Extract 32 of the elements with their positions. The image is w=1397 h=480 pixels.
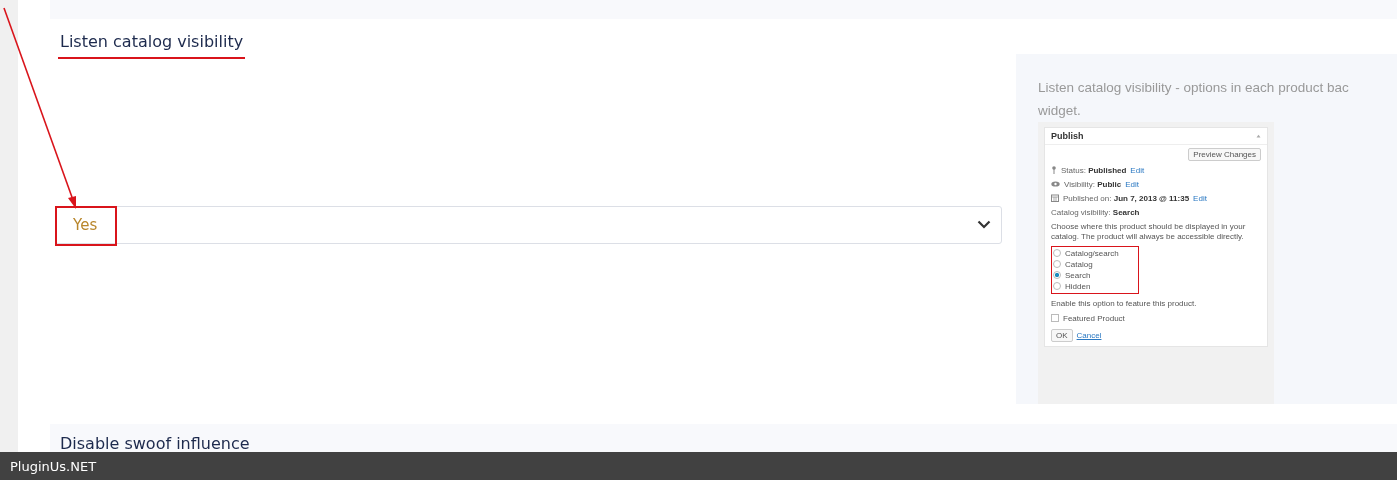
meta-text: Published on: Jun 7, 2013 @ 11:35 xyxy=(1063,193,1190,203)
meta-text: Status: Published xyxy=(1061,165,1127,175)
calendar-icon xyxy=(1051,194,1059,203)
option-label: Catalog xyxy=(1065,259,1093,269)
ok-button[interactable]: OK xyxy=(1051,328,1073,342)
edit-link[interactable]: Edit xyxy=(1193,193,1207,203)
collapse-icon xyxy=(1256,133,1261,138)
brand-text: PluginUs.NET xyxy=(10,458,97,474)
checkbox[interactable] xyxy=(1051,314,1059,323)
help-text: Listen catalog visibility - options in each product bac xyxy=(1038,78,1350,97)
box-title: Publish xyxy=(1051,130,1084,141)
description-text: Choose where this product should be displayed in your catalog. The product will always be accessible directly. xyxy=(1051,221,1247,242)
radio-button[interactable] xyxy=(1053,271,1061,280)
edit-link[interactable]: Edit xyxy=(1130,165,1145,175)
option-label: Hidden xyxy=(1065,281,1091,291)
edit-link[interactable]: Edit xyxy=(1125,179,1139,189)
checkbox-label: Featured Product xyxy=(1063,313,1125,323)
pin-icon xyxy=(1051,166,1057,175)
hint-text: Enable this option to feature this product. xyxy=(1051,298,1198,309)
meta-text: Catalog visibility: Search xyxy=(1051,207,1140,217)
section-title: Disable swoof influence xyxy=(60,433,250,453)
highlight-box xyxy=(55,205,117,246)
select-field[interactable]: Yes xyxy=(55,205,1002,244)
help-text: widget. xyxy=(1038,101,1082,120)
option-label: Catalog/search xyxy=(1065,248,1119,258)
preview-button[interactable]: Preview Changes xyxy=(1188,147,1261,161)
cancel-link[interactable]: Cancel xyxy=(1076,330,1102,340)
option-label: Search xyxy=(1065,270,1091,280)
section-title: Listen catalog visibility xyxy=(59,30,245,53)
meta-text: Visibility: Public xyxy=(1064,179,1122,189)
eye-icon xyxy=(1051,181,1060,188)
chevron-down-icon xyxy=(977,220,991,230)
